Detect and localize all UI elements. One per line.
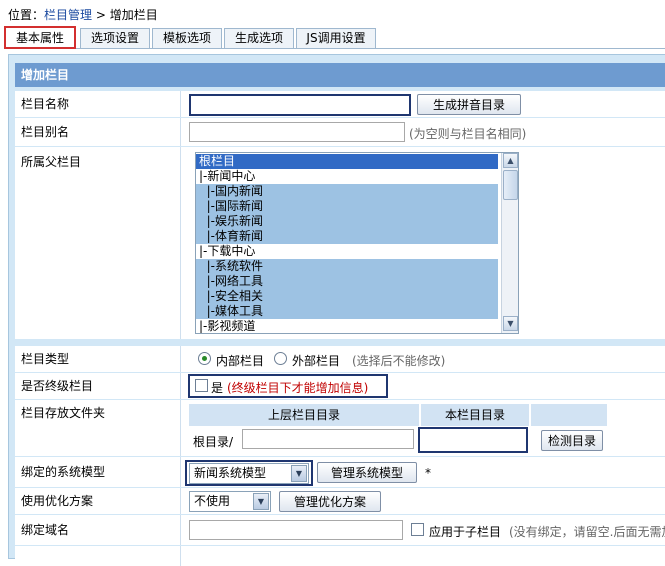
parent-option[interactable]: |-国内新闻 — [196, 184, 498, 199]
root-dir-label: 根目录/ — [193, 435, 234, 449]
generate-pinyin-dir-button[interactable]: 生成拼音目录 — [417, 94, 521, 115]
dir-header-spacer — [531, 404, 607, 426]
tab-js-call-settings[interactable]: JS调用设置 — [296, 28, 376, 48]
tab-generate-options[interactable]: 生成选项 — [224, 28, 294, 48]
column-type-label: 栏目类型 — [15, 346, 181, 372]
tab-basic-properties[interactable]: 基本属性 — [4, 26, 76, 49]
parent-option[interactable]: |-新闻中心 — [196, 169, 498, 184]
row-column-alias: 栏目别名 (为空则与栏目名相同) — [15, 118, 665, 146]
final-column-label: 是否终级栏目 — [15, 373, 181, 399]
external-column-label: 外部栏目 — [292, 354, 341, 368]
apply-to-subcolumns-label: 应用于子栏目 — [429, 525, 502, 539]
final-column-checkbox-label: 是 — [211, 381, 224, 395]
parent-option[interactable]: 根栏目 — [196, 154, 498, 169]
breadcrumb-separator: > — [95, 8, 106, 22]
parent-option[interactable]: |-娱乐新闻 — [196, 214, 498, 229]
manage-system-model-button[interactable]: 管理系统模型 — [317, 462, 417, 483]
manage-optimize-scheme-button[interactable]: 管理优化方案 — [279, 491, 381, 512]
bind-domain-input[interactable] — [189, 520, 403, 540]
listbox-scrollbar[interactable]: ▲ ▼ — [501, 153, 518, 333]
row-optimize-scheme: 使用优化方案 不使用 ▼ 管理优化方案 — [15, 488, 665, 514]
breadcrumb-prefix: 位置： — [8, 8, 45, 22]
scroll-thumb[interactable] — [503, 170, 518, 200]
row-parent-column: 所属父栏目 根栏目 |-新闻中心 |-国内新闻 |-国际新闻 |-娱乐新闻 |-… — [15, 147, 665, 339]
final-column-checkbox[interactable] — [195, 379, 208, 392]
final-column-note: (终级栏目下才能增加信息) — [227, 381, 369, 395]
internal-column-label: 内部栏目 — [216, 354, 265, 368]
system-model-selected: 新闻系统模型 — [194, 466, 267, 480]
upper-dir-input[interactable] — [242, 429, 414, 449]
row-bind-domain: 绑定域名 应用于子栏目 (没有绑定，请留空.后面无需加 — [15, 515, 665, 545]
check-directory-button[interactable]: 检测目录 — [541, 430, 603, 451]
optimize-scheme-label: 使用优化方案 — [15, 488, 181, 514]
scroll-up-icon[interactable]: ▲ — [503, 153, 518, 168]
parent-option[interactable]: |-媒体工具 — [196, 304, 498, 319]
parent-column-listbox[interactable]: 根栏目 |-新闻中心 |-国内新闻 |-国际新闻 |-娱乐新闻 |-体育新闻 |… — [195, 152, 519, 334]
column-name-label: 栏目名称 — [15, 91, 181, 117]
parent-option[interactable]: |-体育新闻 — [196, 229, 498, 244]
this-dir-input[interactable] — [418, 427, 528, 453]
storage-folder-label: 栏目存放文件夹 — [15, 400, 181, 456]
chevron-down-icon[interactable]: ▼ — [253, 493, 269, 510]
parent-option[interactable]: |-安全相关 — [196, 289, 498, 304]
panel-title: 增加栏目 — [15, 63, 665, 87]
form-panel: 增加栏目 栏目名称 生成拼音目录 栏目别名 (为空则与栏目名相同) 所属父栏目 … — [8, 54, 665, 566]
tab-bar-divider — [4, 48, 665, 49]
parent-column-label: 所属父栏目 — [15, 147, 181, 339]
row-system-model: 绑定的系统模型 新闻系统模型 ▼ 管理系统模型 * — [15, 457, 665, 487]
optimize-scheme-selected: 不使用 — [194, 494, 231, 508]
column-type-note: (选择后不能修改) — [352, 354, 446, 368]
parent-option[interactable]: |-网络工具 — [196, 274, 498, 289]
column-alias-hint: (为空则与栏目名相同) — [409, 127, 527, 141]
apply-to-subcolumns-checkbox[interactable] — [411, 523, 424, 536]
radio-internal-column[interactable] — [198, 352, 211, 365]
breadcrumb-link-column-management[interactable]: 栏目管理 — [44, 8, 92, 22]
parent-option[interactable]: |-影视频道 — [196, 319, 498, 333]
tab-option-settings[interactable]: 选项设置 — [80, 28, 150, 48]
system-model-select[interactable]: 新闻系统模型 ▼ — [189, 463, 309, 484]
upper-dir-header: 上层栏目目录 — [189, 404, 419, 426]
breadcrumb: 位置：栏目管理 > 增加栏目 — [8, 6, 158, 23]
parent-option[interactable]: |-下载中心 — [196, 244, 498, 259]
column-alias-label: 栏目别名 — [15, 118, 181, 146]
next-row-label — [15, 546, 181, 566]
system-model-label: 绑定的系统模型 — [15, 457, 181, 487]
column-name-input[interactable] — [189, 94, 411, 116]
row-column-name: 栏目名称 生成拼音目录 — [15, 91, 665, 117]
row-storage-folder: 栏目存放文件夹 上层栏目目录 本栏目目录 根目录/ 检测目录 — [15, 400, 665, 456]
row-next-partial — [15, 546, 665, 566]
row-column-type: 栏目类型 内部栏目 外部栏目 (选择后不能修改) — [15, 346, 665, 372]
bind-domain-label: 绑定域名 — [15, 515, 181, 545]
radio-external-column[interactable] — [274, 352, 287, 365]
parent-option[interactable]: |-国际新闻 — [196, 199, 498, 214]
required-asterisk: * — [425, 466, 431, 480]
parent-option[interactable]: |-系统软件 — [196, 259, 498, 274]
this-dir-header: 本栏目目录 — [421, 404, 529, 426]
optimize-scheme-select[interactable]: 不使用 ▼ — [189, 491, 271, 512]
row-final-column: 是否终级栏目 是 (终级栏目下才能增加信息) — [15, 373, 665, 399]
tab-template-options[interactable]: 模板选项 — [152, 28, 222, 48]
chevron-down-icon[interactable]: ▼ — [291, 465, 307, 482]
tab-bar: 基本属性 选项设置 模板选项 生成选项 JS调用设置 — [4, 26, 665, 50]
breadcrumb-current: 增加栏目 — [109, 8, 158, 22]
bind-domain-note: (没有绑定，请留空.后面无需加 — [509, 525, 665, 539]
scroll-down-icon[interactable]: ▼ — [503, 316, 518, 331]
column-alias-input[interactable] — [189, 122, 405, 142]
